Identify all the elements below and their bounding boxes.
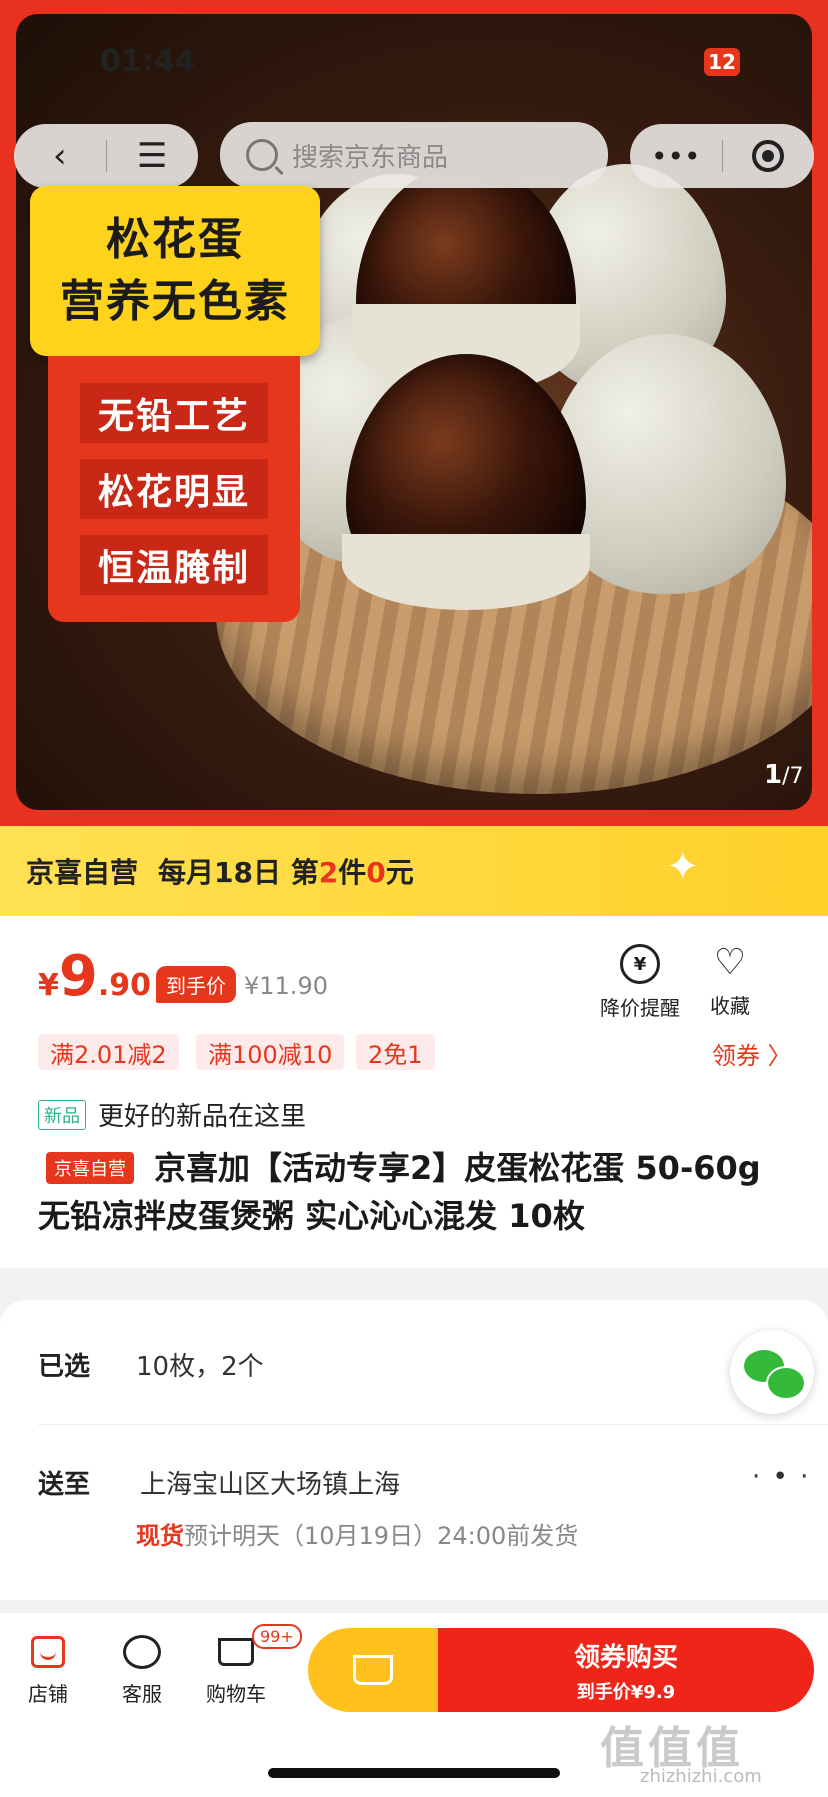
image-counter: 1/7 (764, 760, 804, 790)
home-indicator (268, 1768, 560, 1778)
delivery-label: 送至 (38, 1470, 91, 1500)
status-time: 01:44 (100, 44, 196, 79)
search-placeholder: 搜索京东商品 (292, 142, 449, 173)
coupon-tag[interactable]: 满100减10 (196, 1034, 345, 1070)
coupon-tag[interactable]: 满2.01减2 (38, 1034, 179, 1070)
hero-title-1: 松花蛋 (106, 214, 244, 265)
options-card (0, 1300, 828, 1600)
shop-icon (31, 1636, 65, 1668)
watermark-url: zhizhizhi.com (640, 1766, 762, 1787)
hero-feature: 恒温腌制 (79, 535, 268, 595)
add-cart-icon (353, 1655, 393, 1685)
heart-icon: ♡ (713, 942, 747, 983)
hero-feature: 松花明显 (79, 459, 268, 519)
search-icon (246, 139, 278, 171)
selection-label: 已选 (38, 1352, 91, 1382)
hamburger-icon[interactable]: ☰ (107, 124, 199, 188)
wechat-share-button[interactable] (730, 1330, 814, 1414)
selection-value[interactable]: 10枚，2个 (136, 1346, 264, 1383)
shop-button[interactable]: 店铺 (8, 1632, 88, 1707)
more-dots-icon[interactable]: · • · (752, 1462, 810, 1492)
delivery-address[interactable]: 上海宝山区大场镇上海 (140, 1464, 400, 1501)
self-operated-badge: 京喜自营 (46, 1152, 134, 1184)
promo-bar[interactable]: 京喜自营 每月18日 第2件0元 ✦ (0, 826, 828, 916)
cart-icon (218, 1638, 254, 1666)
coupon-tag[interactable]: 2免1 (356, 1034, 435, 1070)
price-alert-button[interactable]: ¥ 降价提醒 (590, 944, 690, 1021)
buy-button[interactable]: 领券购买 到手价¥9.9 (438, 1628, 814, 1712)
customer-service-button[interactable]: 客服 (102, 1632, 182, 1707)
search-input[interactable]: 搜索京东商品 (220, 122, 608, 188)
more-dots-icon[interactable]: ••• (630, 124, 722, 188)
chevron-left-icon[interactable]: ‹ (14, 124, 106, 188)
target-icon[interactable] (723, 124, 815, 188)
final-price-tag: 到手价 (156, 966, 236, 1003)
hero-feature-list: 无铅工艺 松花明显 恒温腌制 (48, 356, 300, 622)
wechat-icon (766, 1366, 806, 1400)
cart-count-badge: 99+ (252, 1624, 302, 1649)
promo-text: 每月18日 第2件0元 (158, 856, 414, 889)
get-coupon-link[interactable]: 领券 〉 (712, 1036, 792, 1071)
yen-bell-icon: ¥ (620, 944, 660, 984)
hero-title-2: 营养无色素 (60, 276, 290, 327)
chat-icon (123, 1635, 161, 1669)
sparkle-icon: ✦ (666, 844, 700, 890)
nav-right-group: ••• (630, 124, 814, 188)
original-price: ¥11.90 (244, 972, 328, 1000)
promo-brand: 京喜自营 (26, 856, 139, 889)
battery-indicator: 12 (704, 48, 740, 76)
product-title: 京喜加【活动专享2】皮蛋松花蛋 50-60g 无铅凉拌皮蛋煲粥 实心沁心混发 1… (38, 1149, 761, 1235)
new-products-link[interactable]: 更好的新品在这里 (98, 1096, 306, 1133)
hero-badge-title: 松花蛋 营养无色素 (30, 186, 320, 356)
price: ¥9.90 (38, 944, 151, 1009)
hero-feature: 无铅工艺 (79, 383, 268, 443)
add-to-cart-button[interactable] (308, 1628, 438, 1712)
favorite-button[interactable]: ♡ 收藏 (680, 944, 780, 1019)
divider (38, 1424, 828, 1425)
nav-left-group: ‹ ☰ (14, 124, 198, 188)
new-badge: 新品 (38, 1100, 86, 1130)
shipping-info: 现货预计明天（10月19日）24:00前发货 (136, 1522, 579, 1550)
